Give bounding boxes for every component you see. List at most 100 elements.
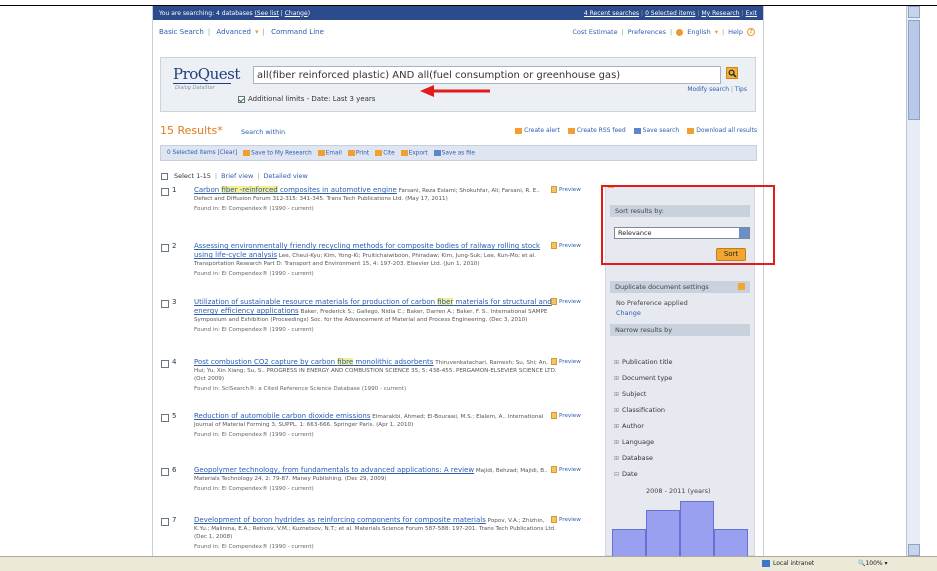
search-input[interactable]: all(fiber reinforced plastic) AND all(fu… bbox=[253, 66, 721, 84]
result-item: 1 Carbon fiber -reinforced composites in … bbox=[161, 186, 599, 241]
my-research-link[interactable]: My Research bbox=[701, 10, 739, 17]
command-line-link[interactable]: Command Line bbox=[271, 28, 324, 36]
create-alert-link[interactable]: Create alert bbox=[515, 127, 560, 134]
search-within-link[interactable]: Search within bbox=[241, 128, 285, 136]
facet-database[interactable]: Database bbox=[614, 454, 653, 462]
chevron-down-icon[interactable]: ▾ bbox=[255, 28, 259, 36]
histogram-bar-2009[interactable] bbox=[646, 510, 680, 556]
facet-date[interactable]: Date bbox=[614, 470, 638, 478]
save-as-file-button[interactable]: Save as file bbox=[433, 149, 476, 157]
selected-items-clear[interactable]: 0 Selected items [Clear] bbox=[167, 150, 237, 156]
print-label: Print bbox=[355, 150, 370, 157]
selected-items-link[interactable]: 0 Selected items bbox=[645, 10, 695, 17]
create-rss-link[interactable]: Create RSS feed bbox=[567, 127, 626, 134]
facet-subject[interactable]: Subject bbox=[614, 390, 646, 398]
result-title-link[interactable]: Development of boron hydrides as reinfor… bbox=[194, 516, 486, 524]
search-icon bbox=[728, 69, 737, 78]
scroll-down-button[interactable] bbox=[908, 544, 920, 556]
histogram-bar-2011[interactable] bbox=[714, 529, 748, 556]
download-all-link[interactable]: Download all results bbox=[687, 127, 757, 134]
result-title-link[interactable]: Geopolymer technology, from fundamentals… bbox=[194, 466, 474, 474]
result-found-in: Found in: SciSearch®: a Cited Reference … bbox=[194, 386, 407, 392]
facet-classification[interactable]: Classification bbox=[614, 406, 665, 414]
save-search-link[interactable]: Save search bbox=[633, 127, 679, 134]
result-found-in: Found in: Ei Compendex® (1990 - current) bbox=[194, 327, 314, 333]
additional-limits-checkbox[interactable] bbox=[238, 95, 245, 103]
zoom-level[interactable]: 🔍100% ▾ bbox=[858, 560, 888, 567]
alert-icon bbox=[515, 127, 523, 134]
result-checkbox[interactable] bbox=[161, 300, 169, 308]
facet-author[interactable]: Author bbox=[614, 422, 644, 430]
facet-language[interactable]: Language bbox=[614, 438, 654, 446]
change-db-link[interactable]: Change bbox=[285, 10, 308, 17]
cost-estimate-link[interactable]: Cost Estimate bbox=[572, 28, 617, 36]
result-found-in: Found in: Ei Compendex® (1990 - current) bbox=[194, 206, 314, 212]
facet-document-type[interactable]: Document type bbox=[614, 374, 672, 382]
export-icon bbox=[400, 149, 408, 156]
result-checkbox[interactable] bbox=[161, 188, 169, 196]
help-icon[interactable]: ? bbox=[747, 28, 755, 36]
histogram-bar-2008[interactable] bbox=[612, 529, 646, 556]
language-select[interactable]: English bbox=[687, 28, 710, 36]
result-title-link[interactable]: Carbon fiber -reinforced composites in a… bbox=[194, 186, 397, 194]
document-icon bbox=[551, 298, 557, 305]
preview-link[interactable]: Preview bbox=[551, 358, 581, 365]
rss-icon bbox=[567, 127, 575, 134]
status-bar: Local intranet 🔍100% ▾ bbox=[0, 556, 937, 571]
preview-label: Preview bbox=[559, 242, 581, 249]
save-as-file-label: Save as file bbox=[441, 150, 476, 157]
email-button[interactable]: Email bbox=[317, 149, 342, 156]
export-button[interactable]: Export bbox=[400, 149, 428, 156]
result-checkbox[interactable] bbox=[161, 468, 169, 476]
result-item: 7 Development of boron hydrides as reinfo… bbox=[161, 516, 599, 556]
change-preference-link[interactable]: Change bbox=[616, 309, 641, 317]
scroll-up-button[interactable] bbox=[908, 6, 920, 18]
preview-link[interactable]: Preview bbox=[551, 516, 581, 523]
save-to-research-button[interactable]: Save to My Research bbox=[243, 149, 312, 157]
help-link[interactable]: Help bbox=[728, 28, 743, 36]
search-button[interactable] bbox=[726, 67, 738, 79]
recent-searches-link[interactable]: 4 Recent searches bbox=[584, 10, 639, 17]
select-all-checkbox[interactable] bbox=[161, 172, 168, 180]
result-checkbox[interactable] bbox=[161, 518, 169, 526]
print-button[interactable]: Print bbox=[347, 149, 370, 157]
info-icon[interactable] bbox=[738, 283, 745, 290]
result-number: 7 bbox=[172, 516, 177, 524]
tips-link[interactable]: Tips bbox=[735, 86, 747, 93]
histogram-bar-2010[interactable] bbox=[680, 501, 714, 556]
advanced-search-link[interactable]: Advanced bbox=[216, 28, 251, 36]
result-title-link[interactable]: Post combustion CO2 capture by carbon fi… bbox=[194, 358, 433, 366]
facet-publication-title[interactable]: Publication title bbox=[614, 358, 672, 366]
modify-tips-links: Modify search | Tips bbox=[687, 86, 747, 93]
document-icon bbox=[551, 186, 557, 193]
result-number: 2 bbox=[172, 242, 177, 250]
brief-view-link[interactable]: Brief view bbox=[221, 172, 253, 180]
paren-close: ) bbox=[307, 9, 311, 17]
basic-search-link[interactable]: Basic Search bbox=[159, 28, 204, 36]
vertical-scrollbar[interactable] bbox=[906, 6, 920, 556]
result-number: 1 bbox=[172, 186, 177, 194]
preview-link[interactable]: Preview bbox=[551, 242, 581, 249]
result-title-link[interactable]: Reduction of automobile carbon dioxide e… bbox=[194, 412, 371, 420]
preview-label: Preview bbox=[559, 466, 581, 473]
result-checkbox[interactable] bbox=[161, 244, 169, 252]
modify-search-link[interactable]: Modify search bbox=[687, 86, 729, 93]
result-checkbox[interactable] bbox=[161, 360, 169, 368]
preview-link[interactable]: Preview bbox=[551, 412, 581, 419]
result-body: Carbon fiber -reinforced composites in a… bbox=[194, 186, 558, 213]
detailed-view-link[interactable]: Detailed view bbox=[264, 172, 308, 180]
exit-link[interactable]: Exit bbox=[746, 10, 757, 17]
scroll-thumb[interactable] bbox=[908, 20, 920, 120]
cite-button[interactable]: Cite bbox=[375, 149, 395, 156]
preview-link[interactable]: Preview bbox=[551, 186, 581, 193]
preferences-link[interactable]: Preferences bbox=[628, 28, 666, 36]
preview-label: Preview bbox=[559, 298, 581, 305]
logo-tagline: Dialog DataStar bbox=[175, 85, 215, 91]
document-icon bbox=[551, 242, 557, 249]
preview-link[interactable]: Preview bbox=[551, 466, 581, 473]
save-to-research-label: Save to My Research bbox=[251, 150, 312, 157]
chevron-down-icon[interactable]: ▾ bbox=[715, 28, 718, 36]
see-list-link[interactable]: (See list bbox=[255, 10, 279, 17]
preview-link[interactable]: Preview bbox=[551, 298, 581, 305]
result-checkbox[interactable] bbox=[161, 414, 169, 422]
